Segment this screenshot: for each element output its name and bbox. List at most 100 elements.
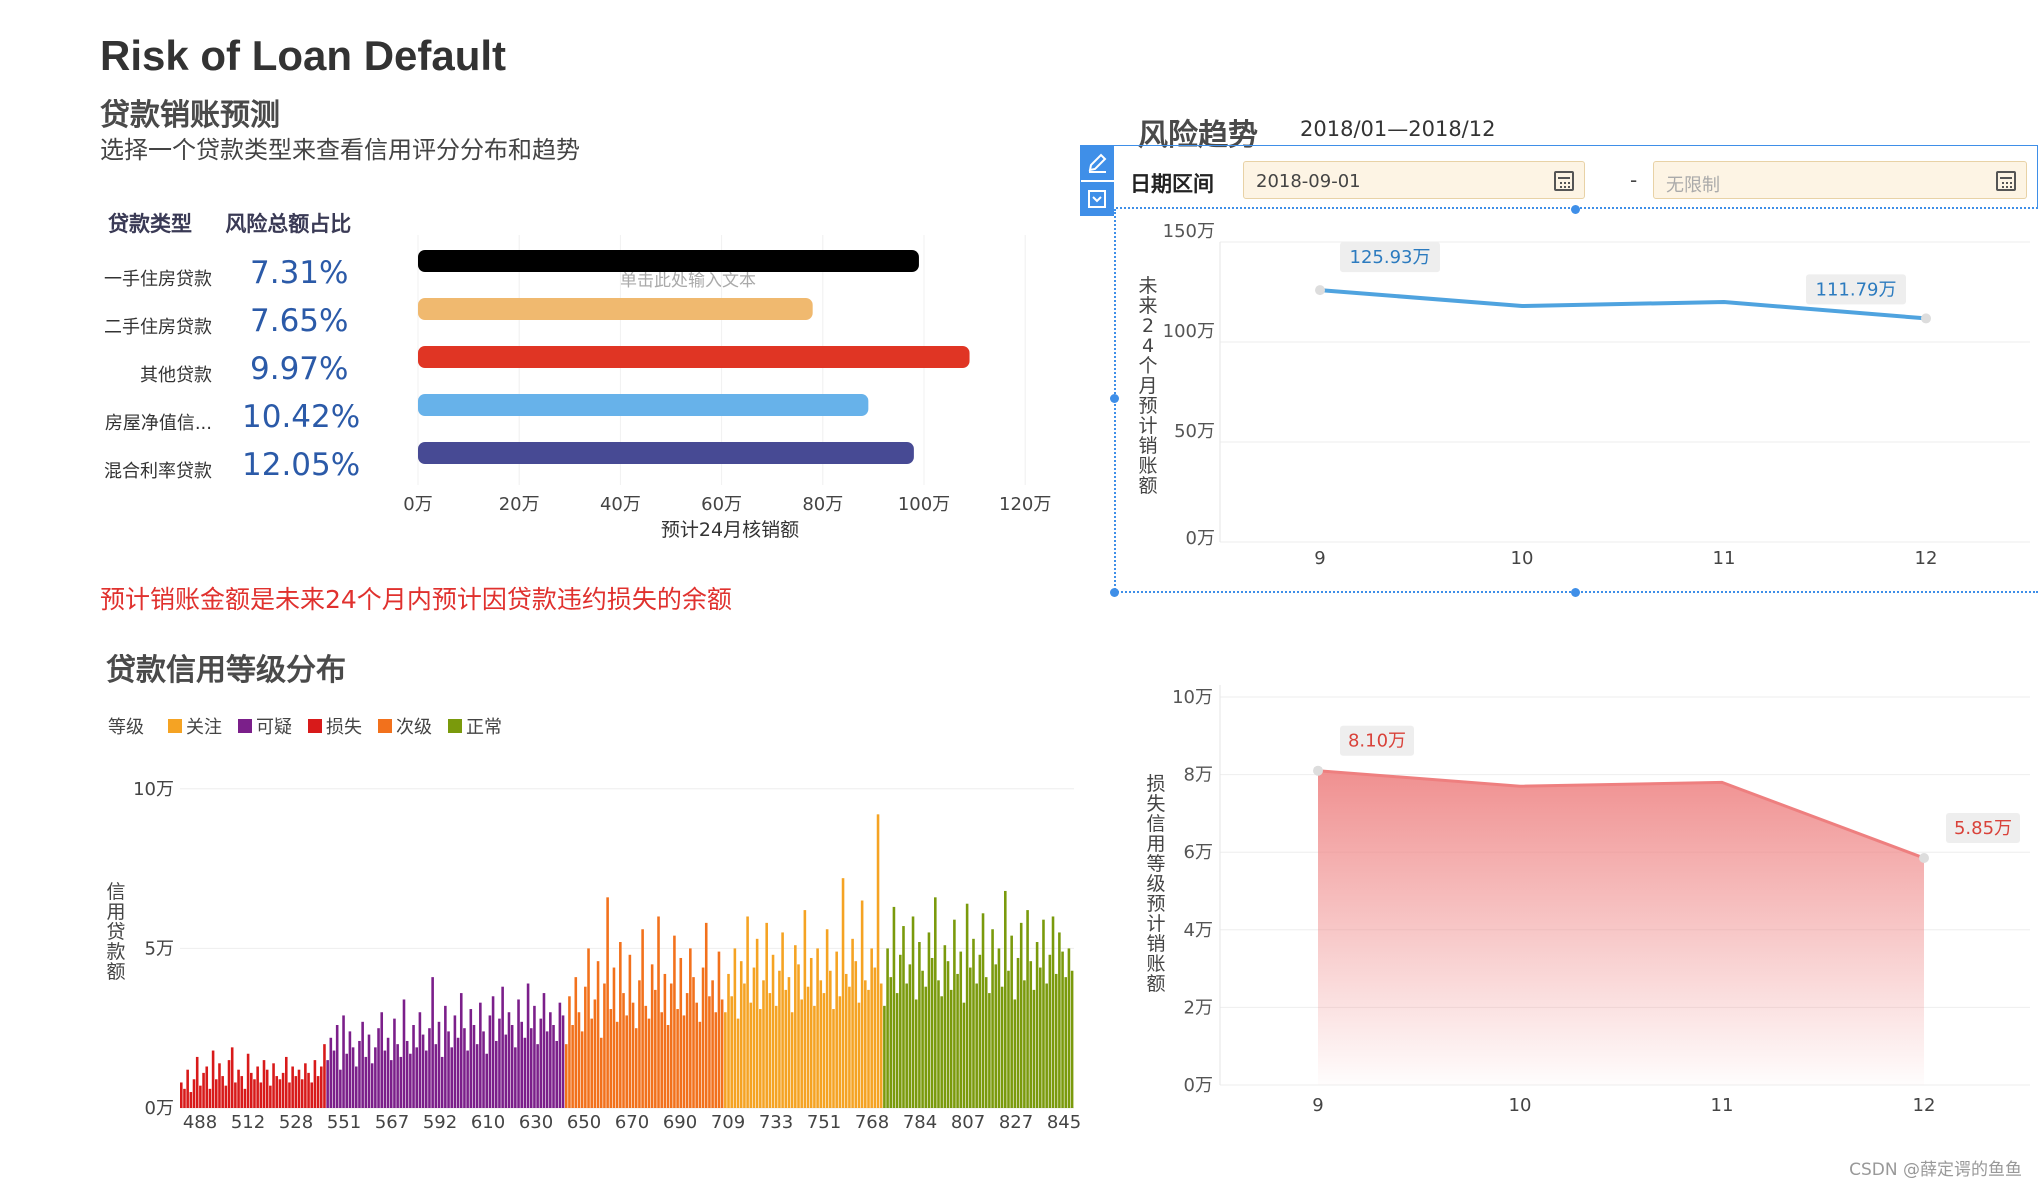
grade-bar <box>619 942 622 1108</box>
grade-bar <box>647 1018 651 1108</box>
grade-bar <box>981 913 985 1108</box>
grade-bar <box>940 996 943 1108</box>
loan-bar <box>418 250 919 272</box>
grade-bar <box>730 996 733 1108</box>
grade-bar <box>507 1012 511 1108</box>
x-tick-label: 11 <box>1711 1095 1734 1116</box>
grade-bar <box>542 993 546 1108</box>
x-tick-label: 10 <box>1509 1095 1532 1116</box>
collapse-button[interactable] <box>1080 182 1114 216</box>
end-date-input[interactable]: 无限制 <box>1653 161 2027 199</box>
resize-handle[interactable] <box>1110 394 1119 403</box>
grade-bar <box>886 948 889 1108</box>
data-point <box>1315 285 1325 296</box>
loan-type-label[interactable]: 一手住房贷款 <box>104 265 212 291</box>
grade-bar <box>533 1005 536 1108</box>
grade-bar <box>272 1063 275 1108</box>
loss-area-chart: 10万 8万 6万 4万 2万 0万 9 10 11 12 8.10万 5.85万 损失信用等级预计销账… <box>1146 685 2030 1116</box>
grade-bar <box>402 999 406 1108</box>
grade-bar <box>523 1037 527 1108</box>
grade-bar <box>962 1002 966 1108</box>
grade-bar <box>969 967 972 1108</box>
calendar-icon[interactable] <box>1996 171 2016 191</box>
grade-bar <box>596 961 600 1108</box>
risk-pct-value: 12.05% <box>242 447 361 483</box>
grade-bar <box>300 1079 304 1108</box>
grade-bar <box>510 1025 514 1108</box>
loan-type-label[interactable]: 混合利率贷款 <box>104 457 212 483</box>
grade-bar <box>1064 977 1068 1108</box>
grade-bar <box>517 999 520 1108</box>
grade-bar <box>727 973 730 1108</box>
grade-bar <box>577 1012 581 1108</box>
grade-bar <box>809 957 813 1108</box>
grade-bar <box>399 1056 403 1108</box>
grade-bar <box>319 1066 323 1108</box>
grade-bar <box>189 1092 193 1108</box>
y-tick-label: 50万 <box>1174 421 1215 442</box>
col-loan-type: 贷款类型 <box>108 212 192 236</box>
data-point <box>1919 853 1929 864</box>
grade-bar <box>389 1060 393 1108</box>
grade-bar <box>657 916 660 1108</box>
resize-handle[interactable] <box>1571 588 1580 597</box>
x-tick-label: 768 <box>855 1112 889 1133</box>
grade-bar <box>892 906 896 1108</box>
grade-bar <box>370 1063 374 1108</box>
grade-bar <box>736 1018 740 1108</box>
x-tick-label: 100万 <box>898 494 950 515</box>
page-title: Risk of Loan Default <box>100 32 507 79</box>
grade-bar <box>984 977 988 1108</box>
grade-bar <box>348 1031 352 1108</box>
grade-bar <box>571 1025 574 1108</box>
grade-bar <box>354 1066 358 1108</box>
grade-bar <box>278 1079 282 1108</box>
risk-pct-value: 7.65% <box>250 303 349 339</box>
grade-bar <box>447 1031 450 1108</box>
grade-bar <box>488 1015 492 1108</box>
edit-button[interactable] <box>1080 146 1114 180</box>
data-point <box>1921 313 1931 324</box>
grade-bar <box>978 954 982 1108</box>
grade-bar <box>412 1025 415 1108</box>
grade-bar <box>848 986 851 1108</box>
x-tick-label: 80万 <box>802 494 843 515</box>
grade-bar <box>307 1072 310 1108</box>
grade-bar <box>685 993 689 1108</box>
grade-bar <box>199 1085 202 1108</box>
grade-bar <box>701 967 705 1108</box>
grade-bar <box>835 951 838 1108</box>
loan-type-label[interactable]: 二手住房贷款 <box>104 313 212 339</box>
grade-bar <box>361 1021 364 1108</box>
grade-bar <box>405 1040 409 1108</box>
grade-bar <box>895 993 899 1108</box>
y-tick-label: 10万 <box>1172 687 1213 708</box>
loan-type-label[interactable]: 房屋净值信... <box>105 409 212 435</box>
page-description: 选择一个贷款类型来查看信用评分分布和趋势 <box>100 136 580 164</box>
grade-bar <box>211 1050 215 1108</box>
grade-bar <box>294 1076 298 1108</box>
grade-bar <box>720 999 724 1108</box>
grade-bar <box>539 1018 543 1108</box>
grade-bar <box>351 1047 355 1108</box>
start-date-input[interactable]: 2018-09-01 <box>1243 161 1585 199</box>
grade-bar <box>249 1072 253 1108</box>
calendar-icon[interactable] <box>1554 171 1574 191</box>
grade-bar <box>641 929 644 1108</box>
page-subtitle: 贷款销账预测 <box>100 98 280 133</box>
resize-handle[interactable] <box>1110 588 1119 597</box>
date-separator: - <box>1630 168 1638 192</box>
start-date-value: 2018-09-01 <box>1256 171 1361 192</box>
grade-bar <box>1039 967 1042 1108</box>
grade-bar <box>237 1069 240 1108</box>
legend-title: 等级 <box>108 717 144 738</box>
grade-bar <box>453 1015 457 1108</box>
grade-bar <box>479 1002 482 1108</box>
loan-type-label[interactable]: 其他贷款 <box>140 361 212 387</box>
grade-bar <box>622 993 625 1108</box>
grade-bar <box>927 932 931 1108</box>
grade-bar <box>472 1025 476 1108</box>
grade-bar <box>424 1050 428 1108</box>
grade-bar <box>794 945 797 1108</box>
grade-bar <box>934 897 937 1108</box>
